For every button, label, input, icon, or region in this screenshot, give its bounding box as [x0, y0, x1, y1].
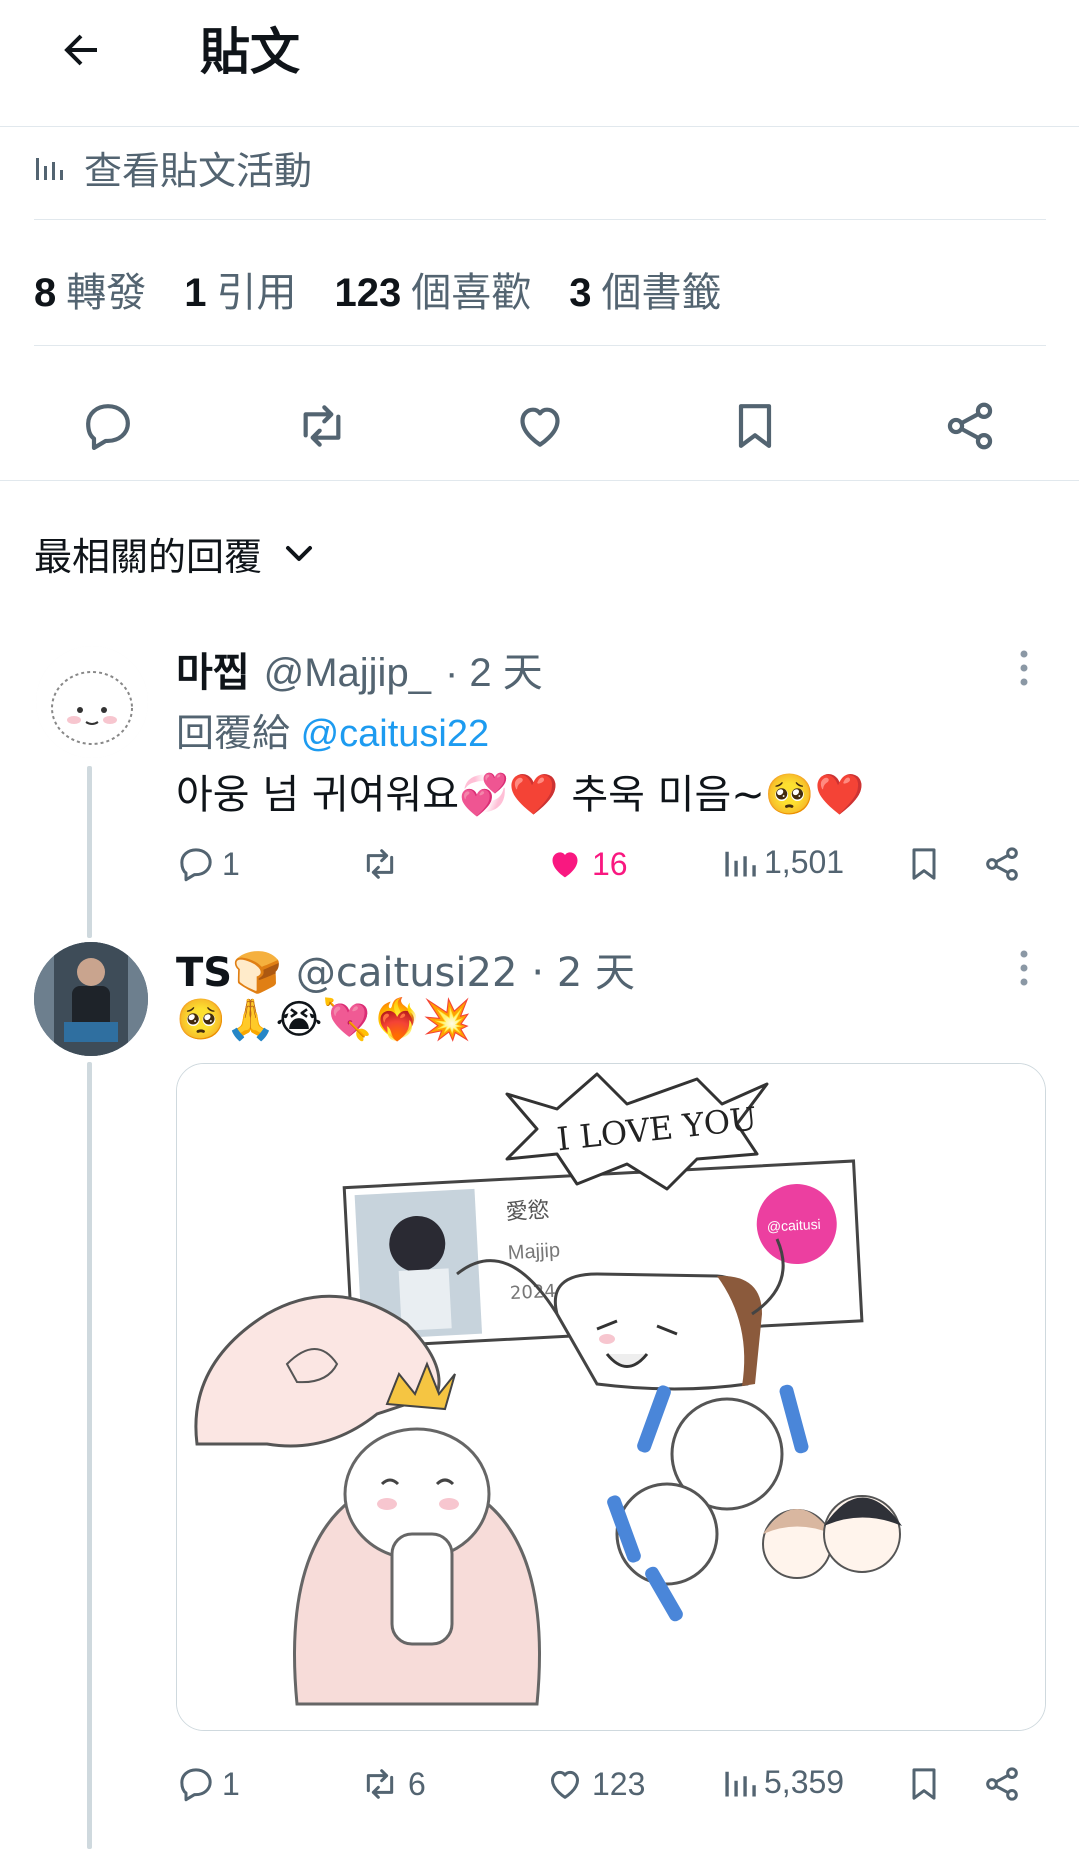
analytics-icon	[725, 1771, 756, 1796]
avatar[interactable]	[36, 646, 148, 758]
stat-reposts[interactable]: 8 轉發	[34, 260, 146, 318]
share-icon	[986, 1767, 1018, 1801]
share-icon	[986, 847, 1018, 881]
avatar-photo	[34, 942, 148, 1056]
reply-icon	[180, 1768, 212, 1802]
reply-count: 1	[222, 845, 240, 882]
bookmark-icon	[912, 848, 936, 880]
card-author: Majjip	[507, 1239, 560, 1264]
repost-icon	[303, 405, 341, 447]
repost-icon	[366, 1769, 394, 1799]
heart-icon	[551, 1770, 579, 1799]
fanart-illustration: 愛慾 Majjip 2024.08.31 更新 @caitusi I LOVE …	[177, 1064, 1045, 1730]
post-time[interactable]: · 2 天	[531, 940, 635, 998]
replying-to-handle[interactable]: @caitusi22	[301, 713, 490, 755]
repost-icon	[366, 849, 394, 879]
more-vertical-icon	[1020, 650, 1028, 686]
more-vertical-icon	[1020, 950, 1028, 986]
stat-likes[interactable]: 123 個喜歡	[335, 260, 532, 318]
share-button[interactable]	[930, 386, 1010, 466]
like-button[interactable]	[500, 386, 580, 466]
reply-button[interactable]: 1	[176, 1764, 240, 1804]
replying-to-label: 回覆給	[176, 713, 291, 755]
replying-to: 回覆給 @caitusi22	[176, 702, 489, 757]
bookmark-icon	[912, 1768, 936, 1800]
reply-icon	[86, 404, 130, 451]
divider	[34, 219, 1046, 220]
stat-bookmarks[interactable]: 3 個書籤	[569, 260, 721, 318]
analytics-icon	[725, 851, 756, 876]
repost-button[interactable]	[358, 844, 408, 884]
post-text: 🥺🙏😭💘❤️‍🔥💥	[176, 997, 472, 1043]
reply-icon	[180, 848, 212, 882]
like-count: 123	[592, 1765, 646, 1802]
more-options-button[interactable]	[1004, 940, 1044, 996]
like-button[interactable]: 16	[544, 844, 628, 884]
arrow-left-icon	[64, 34, 97, 66]
svg-text:@caitusi: @caitusi	[766, 1216, 821, 1235]
views-button[interactable]: 5,359	[722, 1764, 844, 1801]
bookmark-button[interactable]	[715, 386, 795, 466]
share-button[interactable]	[982, 1764, 1028, 1804]
bookmark-button[interactable]	[904, 1764, 950, 1804]
post-action-bar	[0, 370, 1079, 481]
share-button[interactable]	[982, 844, 1028, 884]
author-name[interactable]: TS🍞	[176, 949, 282, 996]
reply-sort-label: 最相關的回覆	[34, 537, 263, 579]
heart-filled-icon	[552, 852, 578, 878]
author-name[interactable]: 마찝	[176, 640, 250, 698]
repost-count: 6	[408, 1765, 426, 1802]
card-title: 愛慾	[505, 1198, 550, 1225]
analytics-icon	[36, 157, 63, 180]
avatar[interactable]	[34, 942, 148, 1056]
top-bar: 貼文	[0, 0, 1079, 127]
reply-author-row: TS🍞 @caitusi22 · 2 天	[176, 940, 635, 998]
post-time[interactable]: · 2 天	[445, 640, 543, 698]
engagement-stats: 8 轉發 1 引用 123 個喜歡 3 個書籤	[34, 260, 760, 318]
bookmark-icon	[738, 404, 772, 448]
bookmark-button[interactable]	[904, 844, 950, 884]
reply-button[interactable]: 1	[176, 844, 240, 884]
post-text: 아웅 넘 귀여워요💞❤️ 추욱 미음~🥺❤️	[176, 772, 865, 818]
share-icon	[947, 402, 993, 450]
reply-sort-dropdown[interactable]: 最相關的回覆	[34, 526, 314, 581]
thread-line	[87, 1062, 92, 1849]
more-options-button[interactable]	[1004, 640, 1044, 696]
like-count: 16	[592, 845, 628, 882]
author-handle[interactable]: @Majjip_	[264, 651, 431, 696]
divider	[34, 345, 1046, 346]
back-button[interactable]	[48, 22, 114, 78]
reply-button[interactable]	[68, 386, 148, 466]
repost-button[interactable]	[282, 386, 362, 466]
view-post-activity-label: 查看貼文活動	[84, 151, 313, 193]
like-button[interactable]: 123	[544, 1764, 645, 1804]
stat-quotes[interactable]: 1 引用	[184, 260, 296, 318]
reply-author-row: 마찝 @Majjip_ · 2 天	[176, 640, 543, 698]
reply-action-bar: 1 16 1,501	[0, 840, 1079, 890]
author-handle[interactable]: @caitusi22	[296, 950, 518, 996]
reply-action-bar: 1 6 123 5,359	[0, 1760, 1079, 1810]
view-post-activity-link[interactable]: 查看貼文活動	[34, 140, 312, 195]
avatar-illustration	[36, 646, 148, 758]
view-count: 1,501	[764, 844, 845, 880]
page-title: 貼文	[200, 24, 300, 80]
repost-button[interactable]: 6	[358, 1764, 426, 1804]
post-image[interactable]: 愛慾 Majjip 2024.08.31 更新 @caitusi I LOVE …	[176, 1063, 1046, 1731]
views-button[interactable]: 1,501	[722, 844, 844, 881]
view-count: 5,359	[764, 1764, 845, 1800]
reply-count: 1	[222, 1765, 240, 1802]
chevron-down-icon	[286, 545, 313, 561]
heart-icon	[520, 407, 560, 447]
